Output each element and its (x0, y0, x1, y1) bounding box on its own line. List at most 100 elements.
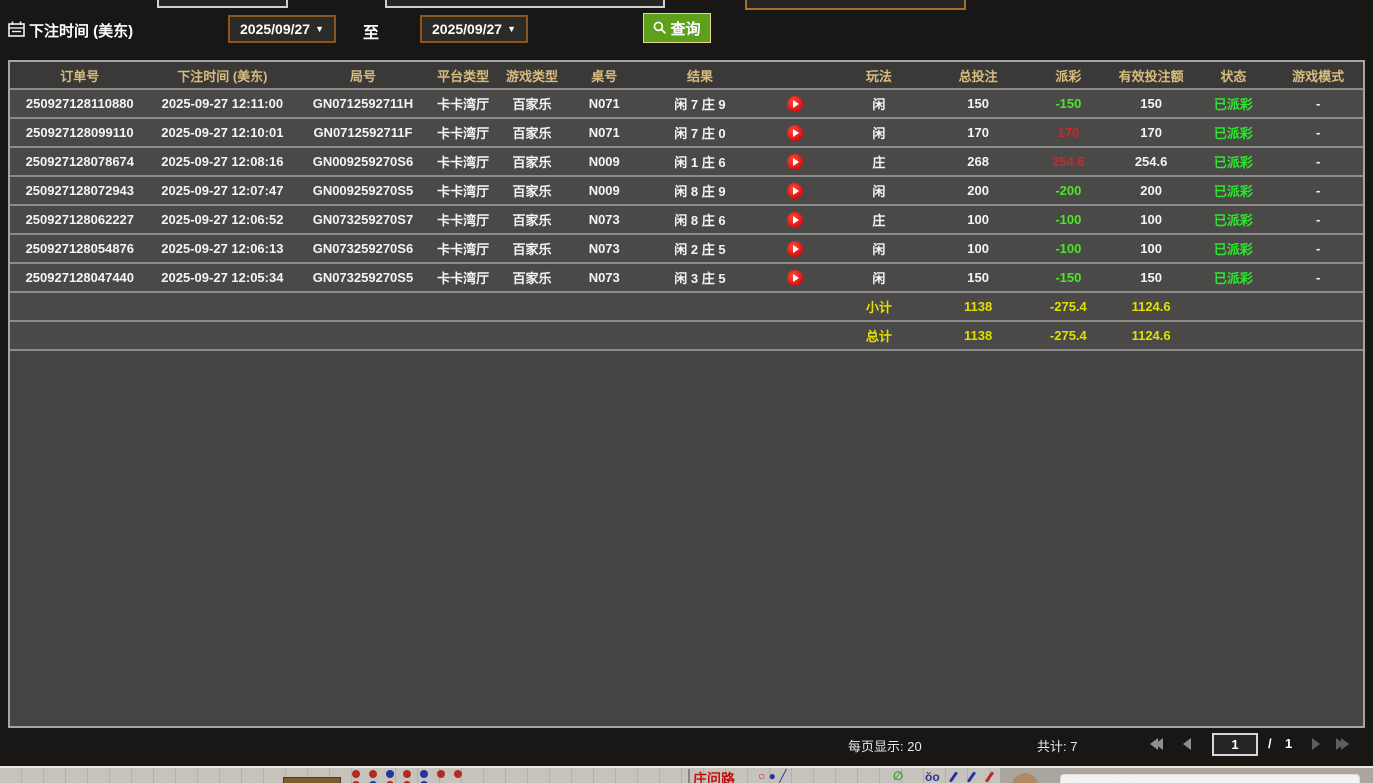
replay-cell (760, 119, 830, 146)
spacer (1273, 293, 1363, 320)
right-arrow-icon (1312, 738, 1320, 750)
bet-time: 2025-09-27 12:06:13 (150, 235, 296, 262)
column-header: 下注时间 (美东) (150, 62, 296, 88)
bet-time: 2025-09-27 12:06:52 (150, 206, 296, 233)
play-video-icon[interactable] (787, 154, 803, 170)
play-type: 闲 (830, 264, 929, 291)
result: 闲 1 庄 6 (640, 148, 760, 175)
bet-time-label: 下注时间 (美东) (29, 20, 133, 41)
platform-type: 卡卡湾厅 (431, 148, 496, 175)
prev-page-button[interactable] (1183, 738, 1191, 750)
valid-bet: 150 (1109, 264, 1194, 291)
play-video-icon[interactable] (787, 125, 803, 141)
game-mode: - (1273, 235, 1363, 262)
to-label: 至 (363, 19, 379, 43)
next-page-button[interactable] (1312, 738, 1320, 750)
game-type: 百家乐 (496, 119, 569, 146)
bet-time: 2025-09-27 12:10:01 (150, 119, 296, 146)
page-number-input[interactable] (1212, 733, 1258, 756)
spacer (496, 293, 569, 320)
spacer (10, 293, 150, 320)
play-video-icon[interactable] (787, 241, 803, 257)
spacer (295, 322, 431, 349)
spacer (1193, 293, 1273, 320)
round-number: GN0712592711H (295, 90, 431, 117)
spacer (760, 293, 830, 320)
game-mode: - (1273, 177, 1363, 204)
query-button[interactable]: 查询 (643, 13, 711, 43)
table-number: N071 (568, 90, 640, 117)
game-mode: - (1273, 90, 1363, 117)
bet-time: 2025-09-27 12:05:34 (150, 264, 296, 291)
table-row: 2509271280991102025-09-27 12:10:01GN0712… (10, 119, 1363, 148)
pagination-bar: 每页显示: 20 共计: 7 / 1 (0, 728, 1373, 764)
grand-total-row: 总计1138-275.41124.6 (10, 322, 1363, 351)
table-row: 2509271280548762025-09-27 12:06:13GN0732… (10, 235, 1363, 264)
query-button-label: 查询 (670, 18, 700, 39)
total-pages-label: 1 (1285, 736, 1292, 751)
search-icon (653, 21, 667, 35)
roadmap-panel-box (283, 777, 341, 783)
table-row: 2509271280729432025-09-27 12:07:47GN0092… (10, 177, 1363, 206)
play-video-icon[interactable] (787, 96, 803, 112)
caret-down-icon: ▼ (507, 24, 516, 34)
caret-down-icon: ▼ (315, 24, 324, 34)
game-mode: - (1273, 264, 1363, 291)
spacer (640, 322, 760, 349)
grand-total-row-total-bet: 1138 (928, 322, 1028, 349)
play-video-icon[interactable] (787, 270, 803, 286)
header-spacer (760, 62, 830, 88)
first-page-button[interactable] (1150, 738, 1163, 750)
page-separator: / (1268, 736, 1272, 751)
round-number: GN0712592711F (295, 119, 431, 146)
status-badge: 已派彩 (1193, 264, 1273, 291)
subtotal-row-payout: -275.4 (1028, 293, 1109, 320)
red-bead-dot (352, 770, 360, 778)
result: 闲 8 庄 9 (640, 177, 760, 204)
green-slash-icon: ∅ (893, 769, 903, 783)
chat-input[interactable]: 请输入文字 (1060, 774, 1360, 783)
subtotal-row: 小计1138-275.41124.6 (10, 293, 1363, 322)
total-count-label: 共计: 7 (1037, 736, 1077, 755)
table-row: 2509271280786742025-09-27 12:08:16GN0092… (10, 148, 1363, 177)
spacer (431, 322, 496, 349)
column-header: 平台类型 (431, 62, 496, 88)
play-video-icon[interactable] (787, 183, 803, 199)
table-number: N009 (568, 177, 640, 204)
play-type: 闲 (830, 90, 929, 117)
valid-bet: 200 (1109, 177, 1194, 204)
play-type: 闲 (830, 119, 929, 146)
grand-total-row-label: 总计 (830, 322, 929, 349)
red-bead-dot (369, 770, 377, 778)
left-arrow-icon (1183, 738, 1191, 750)
total-bet: 150 (928, 264, 1028, 291)
play-type: 庄 (830, 206, 929, 233)
status-badge: 已派彩 (1193, 235, 1273, 262)
column-header: 游戏模式 (1273, 62, 1363, 88)
game-type: 百家乐 (496, 148, 569, 175)
game-mode: - (1273, 206, 1363, 233)
order-number: 250927128054876 (10, 235, 150, 262)
game-mode: - (1273, 119, 1363, 146)
payout: -200 (1028, 177, 1109, 204)
platform-type: 卡卡湾厅 (431, 264, 496, 291)
spacer (1273, 322, 1363, 349)
double-right-arrow-icon (1341, 738, 1349, 750)
small-road-marks: ŏo (925, 770, 940, 783)
status-badge: 已派彩 (1193, 177, 1273, 204)
order-number: 250927128099110 (10, 119, 150, 146)
table-number: N073 (568, 206, 640, 233)
order-number: 250927128072943 (10, 177, 150, 204)
column-header: 桌号 (568, 62, 640, 88)
table-header-row: 订单号下注时间 (美东)局号平台类型游戏类型桌号结果玩法总投注派彩有效投注额状态… (10, 62, 1363, 90)
platform-type: 卡卡湾厅 (431, 206, 496, 233)
play-video-icon[interactable] (787, 212, 803, 228)
table-row: 2509271281108802025-09-27 12:11:00GN0712… (10, 90, 1363, 119)
date-to-select[interactable]: 2025/09/27 ▼ (420, 15, 528, 43)
red-bead-dot (437, 770, 445, 778)
date-from-select[interactable]: 2025/09/27 ▼ (228, 15, 336, 43)
game-type: 百家乐 (496, 206, 569, 233)
blue-bead-dot (386, 770, 394, 778)
last-page-button[interactable] (1336, 738, 1349, 750)
result: 闲 7 庄 9 (640, 90, 760, 117)
